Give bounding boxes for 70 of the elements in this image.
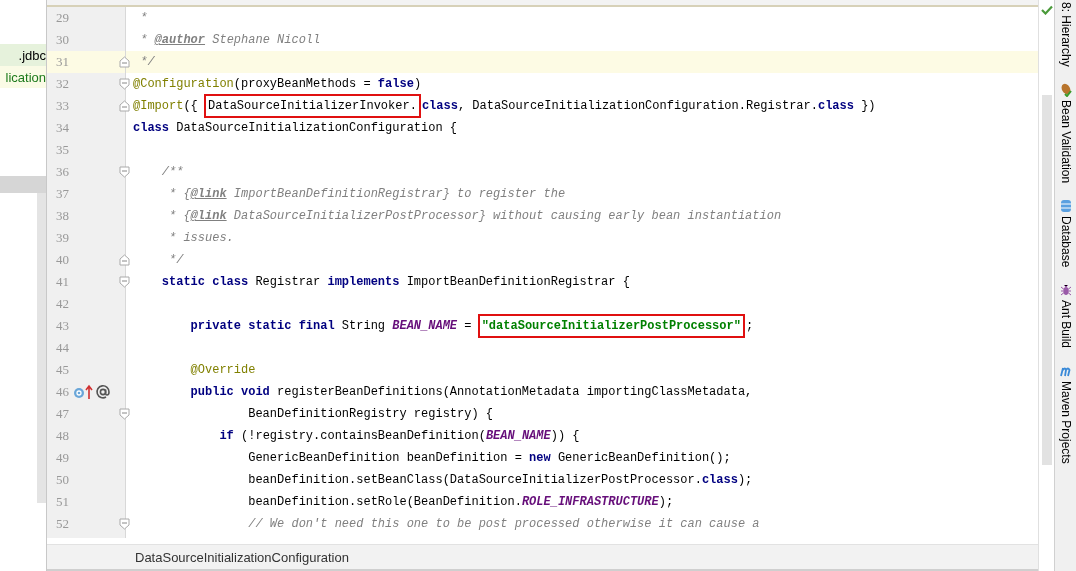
line-number: 50 bbox=[55, 472, 69, 488]
line-number: 40 bbox=[55, 252, 69, 268]
code-line: */ bbox=[139, 55, 155, 69]
database-icon bbox=[1059, 198, 1072, 213]
code-line: @Configuration(proxyBeanMethods = false) bbox=[133, 77, 422, 91]
breadcrumb[interactable]: DataSourceInitializationConfiguration bbox=[135, 549, 349, 565]
line-number: 32 bbox=[55, 76, 69, 92]
tool-window-tab[interactable]: Bean Validation bbox=[1055, 80, 1076, 185]
line-number: 38 bbox=[55, 208, 69, 224]
line-number: 42 bbox=[55, 296, 69, 312]
fold-open-icon[interactable] bbox=[119, 276, 130, 288]
line-number: 51 bbox=[55, 494, 69, 510]
code-line: static class Registrar implements ImportBeanDefinitionRegistrar { bbox=[160, 275, 630, 289]
line-number: 34 bbox=[55, 120, 69, 136]
project-tree-item[interactable]: lication bbox=[0, 66, 46, 88]
code-line: * {@link DataSourceInitializerPostProcessor} without causing early bean instantiation bbox=[168, 209, 782, 223]
code-line: * {@link ImportBeanDefinitionRegistrar} to register the bbox=[168, 187, 566, 201]
scrollbar-thumb[interactable] bbox=[37, 193, 46, 503]
fold-open-icon[interactable] bbox=[119, 166, 130, 178]
line-number: 30 bbox=[55, 32, 69, 48]
line-number: 43 bbox=[55, 318, 69, 334]
line-number: 49 bbox=[55, 450, 69, 466]
line-number: 35 bbox=[55, 142, 69, 158]
code-line: if (!registry.containsBeanDefinition(BEAN_NAME)) { bbox=[218, 429, 580, 443]
code-line: beanDefinition.setBeanClass(DataSourceInitializerPostProcessor.class); bbox=[247, 473, 753, 487]
line-number: 52 bbox=[55, 516, 69, 532]
code-line: class DataSourceInitializationConfiguration { bbox=[133, 121, 458, 135]
code-line: * @author Stephane Nicoll bbox=[139, 33, 321, 47]
annotation-icon[interactable] bbox=[95, 384, 111, 400]
check-icon bbox=[1040, 5, 1053, 15]
code-line: GenericBeanDefinition beanDefinition = new GenericBeanDefinition(); bbox=[247, 451, 731, 465]
project-tree-item[interactable]: .jdbc bbox=[0, 44, 46, 66]
fold-open-icon[interactable] bbox=[119, 518, 130, 530]
line-number: 33 bbox=[55, 98, 69, 114]
line-number: 46 bbox=[55, 384, 69, 400]
fold-open-icon[interactable] bbox=[119, 78, 130, 90]
fold-close-icon[interactable] bbox=[119, 100, 130, 112]
bug-icon bbox=[1059, 283, 1072, 298]
code-line: @Override bbox=[189, 363, 256, 377]
line-number: 41 bbox=[55, 274, 69, 290]
code-line: */ bbox=[168, 253, 184, 267]
tool-window-tab[interactable]: Database bbox=[1055, 196, 1076, 270]
code-line: * issues. bbox=[168, 231, 234, 245]
code-line: private static final String BEAN_NAME = "dataSourceInitializerPostProcessor" ; bbox=[133, 319, 754, 333]
fold-open-icon[interactable] bbox=[119, 408, 130, 420]
tool-window-tab[interactable]: Ant Build bbox=[1055, 281, 1076, 351]
code-line: @Import({ DataSourceInitializerInvoker. class, DataSourceInitializationConfiguration.Registrar.class }) bbox=[133, 99, 876, 113]
line-number: 48 bbox=[55, 428, 69, 444]
code-line: * bbox=[139, 11, 148, 25]
line-number: 36 bbox=[55, 164, 69, 180]
code-line: beanDefinition.setRole(BeanDefinition.ROLE_INFRASTRUCTURE); bbox=[247, 495, 674, 509]
scrollbar[interactable] bbox=[0, 176, 46, 193]
bean-icon bbox=[1059, 82, 1072, 97]
line-number: 29 bbox=[55, 10, 69, 26]
overrides-method-icon[interactable] bbox=[73, 384, 95, 400]
line-number: 31 bbox=[55, 54, 69, 70]
fold-close-icon[interactable] bbox=[119, 254, 130, 266]
tool-window-tab[interactable]: Maven Projects bbox=[1055, 362, 1076, 466]
code-line: /** bbox=[160, 165, 184, 179]
line-number: 47 bbox=[55, 406, 69, 422]
scrollbar-thumb[interactable] bbox=[1041, 95, 1052, 465]
fold-close-icon[interactable] bbox=[119, 56, 130, 68]
line-number: 39 bbox=[55, 230, 69, 246]
line-number: 44 bbox=[55, 340, 69, 356]
code-line: // We don't need this one to be post processed otherwise it can cause a bbox=[247, 517, 760, 531]
code-line: BeanDefinitionRegistry registry) { bbox=[247, 407, 494, 421]
line-number: 45 bbox=[55, 362, 69, 378]
tool-window-tab[interactable]: 8: Hierarchy bbox=[1055, 0, 1076, 69]
code-line: public void registerBeanDefinitions(AnnotationMetadata importingClassMetadata, bbox=[189, 385, 753, 399]
line-number: 37 bbox=[55, 186, 69, 202]
